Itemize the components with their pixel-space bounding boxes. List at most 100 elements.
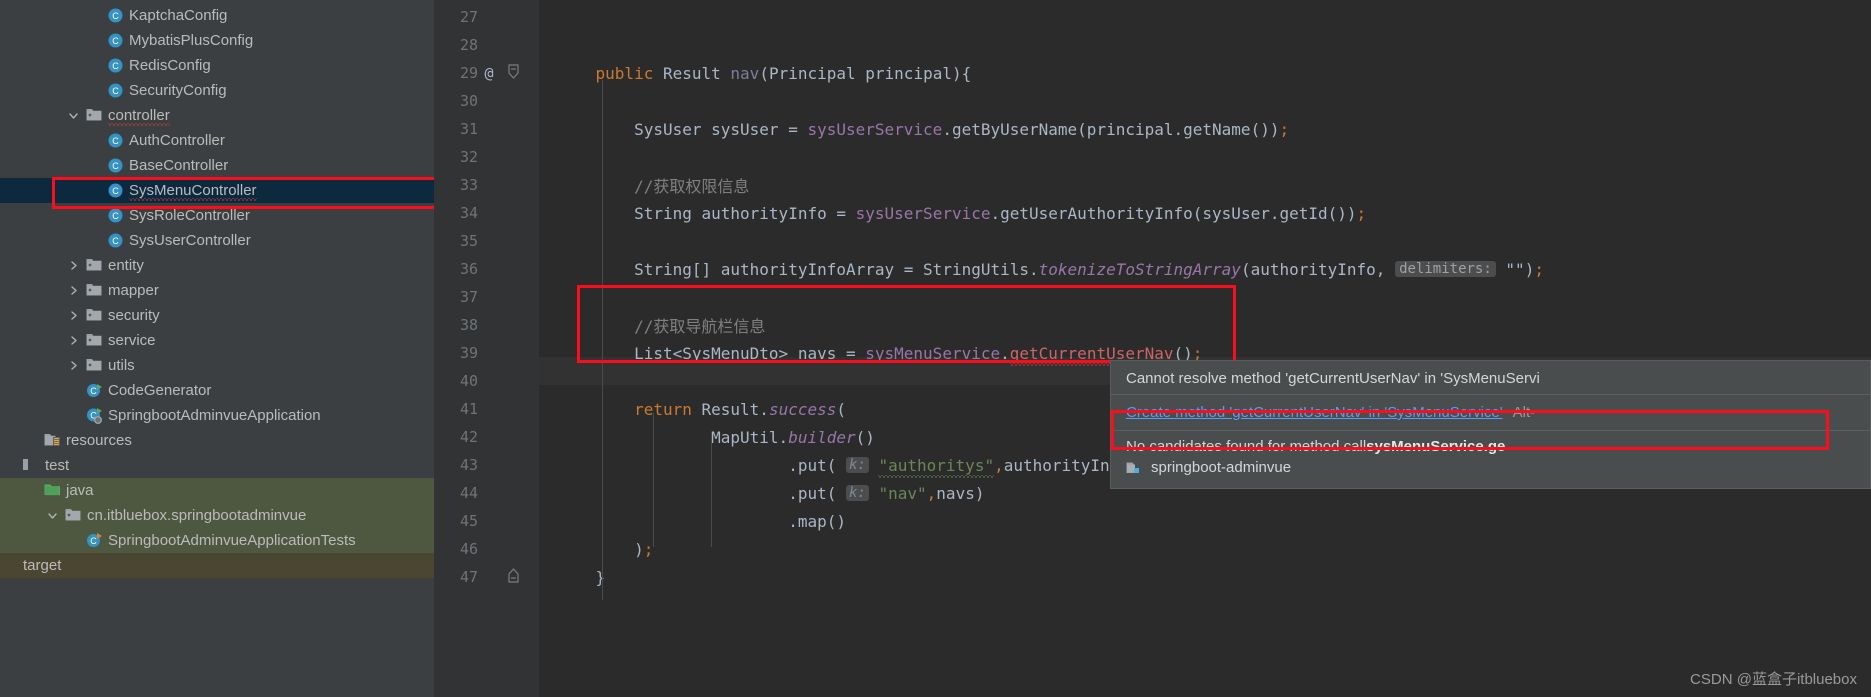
gutter-line[interactable]: 44 xyxy=(434,479,539,507)
gutter-line[interactable]: 30 xyxy=(434,87,539,115)
code-token: MapUtil. xyxy=(557,427,789,447)
create-method-quickfix-link[interactable]: Create method 'getCurrentUserNav' in 'Sy… xyxy=(1126,404,1503,421)
code-line[interactable]: .put( k: "nav", navs) xyxy=(557,479,984,507)
chevron-right-icon[interactable] xyxy=(67,359,80,372)
tree-item-sysusercontroller[interactable]: C SysUserController xyxy=(0,228,434,253)
tree-item-test[interactable]: test xyxy=(0,453,434,478)
code-line[interactable]: MapUtil. builder() xyxy=(557,423,875,451)
no-candidates-row: No candidates found for method call sysM… xyxy=(1126,438,1856,455)
code-token: ; xyxy=(1534,259,1544,279)
gutter-line[interactable]: 28 xyxy=(434,31,539,59)
gutter-line[interactable]: 32 xyxy=(434,143,539,171)
tree-item-label: controller xyxy=(108,107,170,126)
folder-icon xyxy=(86,257,103,274)
gutter-line[interactable]: 35 xyxy=(434,227,539,255)
tree-item-springbootadminvueapplication[interactable]: C SpringbootAdminvueApplication xyxy=(0,403,434,428)
tree-item-controller[interactable]: controller xyxy=(0,103,434,128)
code-token: ) xyxy=(557,539,644,559)
error-tooltip-popup[interactable]: Cannot resolve method 'getCurrentUserNav… xyxy=(1110,360,1871,489)
chevron-right-icon[interactable] xyxy=(67,259,80,272)
gutter-line[interactable]: 39 xyxy=(434,339,539,367)
tree-item-sysmenucontroller[interactable]: C SysMenuController xyxy=(0,178,434,203)
code-line[interactable]: //获取权限信息 xyxy=(557,171,749,199)
tree-item-resources[interactable]: resources xyxy=(0,428,434,453)
module-folder-icon xyxy=(1126,460,1143,475)
tree-item-securityconfig[interactable]: C SecurityConfig xyxy=(0,78,434,103)
module-row[interactable]: springboot-adminvue xyxy=(1126,455,1856,476)
tree-item-springbootadminvueapplicationtests[interactable]: C SpringbootAdminvueApplicationTests xyxy=(0,528,434,553)
code-line[interactable]: List<SysMenuDto> navs = sysMenuService. g… xyxy=(557,339,1202,367)
tree-item-utils[interactable]: utils xyxy=(0,353,434,378)
gutter-line[interactable]: 37 xyxy=(434,283,539,311)
code-line[interactable]: ); xyxy=(557,535,653,563)
gutter-line[interactable]: 38 xyxy=(434,311,539,339)
gutter-line[interactable]: 46 xyxy=(434,535,539,563)
gutter-line[interactable]: 41 xyxy=(434,395,539,423)
gutter-line[interactable]: 47 xyxy=(434,563,539,591)
tree-item-label: SpringbootAdminvueApplicationTests xyxy=(108,532,356,549)
tree-item-security[interactable]: security xyxy=(0,303,434,328)
annotation-gutter-icon[interactable]: @ xyxy=(478,64,500,82)
code-fold-icon[interactable] xyxy=(500,63,526,83)
gutter-line[interactable]: 34 xyxy=(434,199,539,227)
tree-item-target[interactable]: target xyxy=(0,553,434,578)
code-line[interactable]: public Result nav (Principal principal){ xyxy=(557,59,972,87)
java-class-icon: C xyxy=(107,32,124,49)
tree-item-service[interactable]: service xyxy=(0,328,434,353)
tree-item-authcontroller[interactable]: C AuthController xyxy=(0,128,434,153)
code-token: //获取导航栏信息 xyxy=(557,317,766,336)
chevron-down-icon[interactable] xyxy=(67,109,80,122)
quickfix-row[interactable]: Create method 'getCurrentUserNav' in 'Sy… xyxy=(1126,404,1856,421)
chevron-right-icon[interactable] xyxy=(67,334,80,347)
gutter-line[interactable]: 27 xyxy=(434,3,539,31)
folder-icon xyxy=(86,357,103,374)
code-token: String[] authorityInfoArray = StringUtil… xyxy=(557,259,1039,279)
code-token: delimiters: xyxy=(1395,261,1496,277)
code-line[interactable]: return Result. success( xyxy=(557,395,846,423)
project-tree-panel[interactable]: C KaptchaConfig C MybatisPlusConfig C RedisCo… xyxy=(0,0,434,697)
code-line[interactable]: //获取导航栏信息 xyxy=(557,311,765,339)
line-number: 46 xyxy=(459,540,478,558)
gutter-line[interactable]: 40 xyxy=(434,367,539,395)
code-token: sysUserService xyxy=(807,119,943,139)
gutter-line[interactable]: 31 xyxy=(434,115,539,143)
gutter-line[interactable]: 42 xyxy=(434,423,539,451)
code-token: success xyxy=(768,399,837,419)
gutter-line[interactable]: 43 xyxy=(434,451,539,479)
code-line[interactable]: } xyxy=(557,563,606,591)
code-line[interactable]: .put( k: "authoritys", authorityInfoArray… xyxy=(557,451,1187,479)
chevron-down-icon[interactable] xyxy=(46,509,59,522)
code-token: return xyxy=(634,399,702,419)
line-number: 38 xyxy=(459,316,478,334)
code-line[interactable]: SysUser sysUser = sysUserService .getByUs… xyxy=(557,115,1289,143)
code-token: ; xyxy=(643,539,654,559)
tree-item-java[interactable]: java xyxy=(0,478,434,503)
popup-quickfix-section[interactable]: Create method 'getCurrentUserNav' in 'Sy… xyxy=(1111,395,1870,430)
tree-item-cn-itbluebox-springbootadminvue[interactable]: cn.itbluebox.springbootadminvue xyxy=(0,503,434,528)
code-token: .getUserAuthorityInfo(sysUser.getId()) xyxy=(990,203,1357,223)
line-number: 42 xyxy=(459,428,478,446)
code-line[interactable]: .map() xyxy=(557,507,846,535)
code-editor[interactable]: 27 28 29 @30 31 32 33 34 35 36 37 38 39 40 41 42 43 44 45 4… xyxy=(434,0,1871,697)
tree-item-codegenerator[interactable]: C CodeGenerator xyxy=(0,378,434,403)
tree-item-entity[interactable]: entity xyxy=(0,253,434,278)
gutter-line[interactable]: 45 xyxy=(434,507,539,535)
gutter-line[interactable]: 33 xyxy=(434,171,539,199)
code-line[interactable]: String authorityInfo = sysUserService .ge… xyxy=(557,199,1366,227)
chevron-right-icon[interactable] xyxy=(67,284,80,297)
svg-text:C: C xyxy=(90,536,97,546)
chevron-right-icon[interactable] xyxy=(67,309,80,322)
code-token: k: xyxy=(845,457,869,473)
code-token: ) xyxy=(1524,259,1535,279)
code-fold-icon[interactable] xyxy=(500,567,526,587)
tree-item-kaptchaconfig[interactable]: C KaptchaConfig xyxy=(0,3,434,28)
tree-item-redisconfig[interactable]: C RedisConfig xyxy=(0,53,434,78)
tree-item-sysrolecontroller[interactable]: C SysRoleController xyxy=(0,203,434,228)
gutter-line[interactable]: 29 @ xyxy=(434,59,539,87)
tree-item-basecontroller[interactable]: C BaseController xyxy=(0,153,434,178)
tree-item-mybatisplusconfig[interactable]: C MybatisPlusConfig xyxy=(0,28,434,53)
tree-item-mapper[interactable]: mapper xyxy=(0,278,434,303)
code-line[interactable]: String[] authorityInfoArray = StringUtil… xyxy=(557,255,1544,283)
spring-boot-class-icon: C xyxy=(86,407,103,424)
gutter-line[interactable]: 36 xyxy=(434,255,539,283)
